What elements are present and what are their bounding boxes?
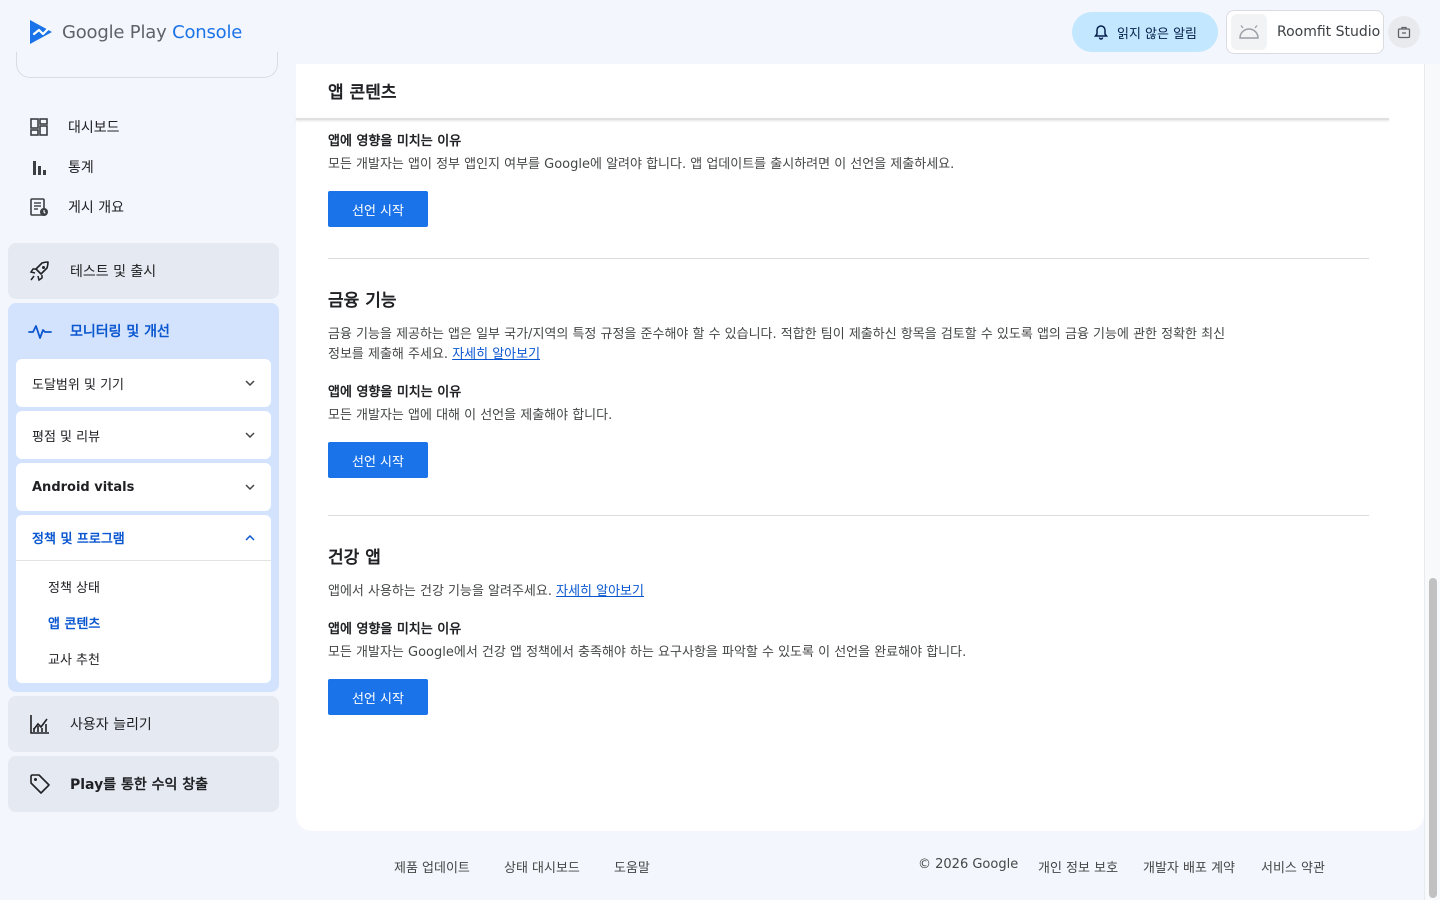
section-title: 건강 앱 bbox=[328, 548, 381, 568]
sidebar-item-publishing-overview[interactable]: 게시 개요 bbox=[28, 196, 124, 218]
footer-link-status-dashboard[interactable]: 상태 대시보드 bbox=[504, 857, 580, 876]
section-why-desc: 모든 개발자는 앱에 대해 이 선언을 제출해야 합니다. bbox=[328, 408, 613, 423]
sidebar-item-policy-programs-header[interactable]: 정책 및 프로그램 bbox=[16, 515, 271, 561]
start-declaration-button[interactable]: 선언 시작 bbox=[328, 442, 428, 478]
footer-link-terms[interactable]: 서비스 약관 bbox=[1261, 857, 1325, 876]
sidebar-section-grow-users[interactable]: 사용자 늘리기 bbox=[8, 696, 279, 752]
sidebar-item-label: 통계 bbox=[68, 160, 94, 176]
header-divider bbox=[296, 118, 1389, 120]
scrollbar-thumb[interactable] bbox=[1429, 578, 1437, 898]
start-declaration-button[interactable]: 선언 시작 bbox=[328, 191, 428, 227]
dashboard-icon bbox=[28, 116, 50, 138]
tag-icon bbox=[28, 772, 52, 796]
bar-chart-icon bbox=[28, 156, 50, 178]
app-icon bbox=[1231, 14, 1267, 50]
footer-link-privacy[interactable]: 개인 정보 보호 bbox=[1038, 857, 1118, 876]
section-desc: 금융 기능을 제공하는 앱은 일부 국가/지역의 특정 규정을 준수해야 할 수… bbox=[328, 327, 1226, 362]
section-health-apps: 건강 앱 앱에서 사용하는 건강 기능을 알려주세요. 자세히 알아보기 앱에 … bbox=[328, 543, 1368, 715]
sidebar-item-label: 게시 개요 bbox=[68, 200, 124, 216]
pulse-icon bbox=[28, 320, 52, 342]
section-government-app: 앱에 영향을 미치는 이유 모든 개발자는 앱이 정부 앱인지 여부를 Goog… bbox=[328, 130, 1368, 227]
sidebar-leaf-app-content[interactable]: 앱 콘텐츠 bbox=[16, 604, 271, 640]
publishing-overview-icon bbox=[28, 196, 50, 218]
sidebar-item-label: 정책 및 프로그램 bbox=[32, 532, 125, 547]
briefcase-icon bbox=[1397, 26, 1411, 39]
sidebar-section-label: 사용자 늘리기 bbox=[70, 717, 152, 733]
section-why-title: 앱에 영향을 미치는 이유 bbox=[328, 385, 462, 400]
sidebar: 대시보드 통계 게시 개요 테스트 및 출시 모니터링 및 개선 도달범위 및 … bbox=[0, 52, 296, 900]
page-title: 앱 콘텐츠 bbox=[328, 83, 397, 103]
section-why-desc: 모든 개발자는 앱이 정부 앱인지 여부를 Google에 알려야 합니다. 앱… bbox=[328, 157, 955, 172]
sidebar-item-android-vitals[interactable]: Android vitals bbox=[16, 463, 271, 511]
sidebar-section-monetize[interactable]: Play를 통한 수익 창출 bbox=[8, 756, 279, 812]
section-title: 금융 기능 bbox=[328, 291, 397, 311]
logo-text: Google Play Console bbox=[62, 21, 243, 43]
sidebar-section-label: 모니터링 및 개선 bbox=[70, 324, 170, 340]
growth-chart-icon bbox=[28, 712, 52, 736]
app-account-selector[interactable]: Roomfit Studio bbox=[1226, 10, 1384, 54]
chevron-down-icon bbox=[245, 378, 255, 388]
section-desc: 앱에서 사용하는 건강 기능을 알려주세요. 자세히 알아보기 bbox=[328, 584, 644, 599]
section-divider bbox=[328, 258, 1369, 259]
account-name: Roomfit Studio bbox=[1277, 24, 1381, 40]
start-declaration-button[interactable]: 선언 시작 bbox=[328, 679, 428, 715]
footer-copyright: © 2026 Google bbox=[918, 857, 1019, 872]
sidebar-item-dashboard[interactable]: 대시보드 bbox=[28, 116, 120, 138]
section-divider bbox=[328, 515, 1369, 516]
sidebar-item-label: 평점 및 리뷰 bbox=[32, 429, 101, 445]
sidebar-item-label: Android vitals bbox=[32, 479, 135, 495]
sidebar-item-statistics[interactable]: 통계 bbox=[28, 156, 94, 178]
sidebar-section-test-release[interactable]: 테스트 및 출시 bbox=[8, 243, 279, 299]
sidebar-item-label: 도달범위 및 기기 bbox=[32, 377, 124, 393]
chevron-down-icon bbox=[245, 482, 255, 492]
page-scrollbar[interactable] bbox=[1424, 64, 1440, 900]
bell-icon bbox=[1093, 25, 1108, 40]
section-why-title: 앱에 영향을 미치는 이유 bbox=[328, 622, 462, 637]
section-financial-features: 금융 기능 금융 기능을 제공하는 앱은 일부 국가/지역의 특정 규정을 준수… bbox=[328, 286, 1368, 478]
footer-link-product-updates[interactable]: 제품 업데이트 bbox=[394, 857, 470, 876]
section-why-title: 앱에 영향을 미치는 이유 bbox=[328, 134, 462, 149]
learn-more-link[interactable]: 자세히 알아보기 bbox=[556, 584, 644, 599]
sidebar-item-label: 대시보드 bbox=[68, 120, 120, 136]
sidebar-leaf-policy-status[interactable]: 정책 상태 bbox=[16, 568, 271, 604]
play-console-logo[interactable]: Google Play Console bbox=[28, 18, 242, 46]
developer-account-button[interactable] bbox=[1388, 16, 1420, 48]
sidebar-item-policy-programs: 정책 및 프로그램 정책 상태 앱 콘텐츠 교사 추천 bbox=[16, 515, 271, 683]
chevron-down-icon bbox=[245, 430, 255, 440]
sidebar-section-monitor-header[interactable]: 모니터링 및 개선 bbox=[8, 303, 279, 359]
android-icon bbox=[1239, 25, 1259, 39]
section-why-desc: 모든 개발자는 Google에서 건강 앱 정책에서 충족해야 하는 요구사항을… bbox=[328, 645, 967, 660]
main-content: 앱 콘텐츠 앱에 영향을 미치는 이유 모든 개발자는 앱이 정부 앱인지 여부… bbox=[296, 64, 1424, 831]
sidebar-leaf-teacher-approved[interactable]: 교사 추천 bbox=[16, 640, 271, 676]
sidebar-item-reach-devices[interactable]: 도달범위 및 기기 bbox=[16, 359, 271, 407]
footer-link-help[interactable]: 도움말 bbox=[614, 857, 650, 876]
play-console-logo-icon bbox=[30, 20, 52, 44]
learn-more-link[interactable]: 자세히 알아보기 bbox=[452, 347, 540, 362]
unread-alerts-button[interactable]: 읽지 않은 알림 bbox=[1072, 12, 1218, 52]
sidebar-item-ratings-reviews[interactable]: 평점 및 리뷰 bbox=[16, 411, 271, 459]
rocket-icon bbox=[28, 259, 52, 283]
footer-link-ddа[interactable]: 개발자 배포 계약 bbox=[1143, 857, 1235, 876]
sidebar-section-label: 테스트 및 출시 bbox=[70, 264, 157, 280]
unread-alerts-label: 읽지 않은 알림 bbox=[1116, 26, 1198, 42]
chevron-up-icon bbox=[245, 533, 255, 543]
sidebar-section-label: Play를 통한 수익 창출 bbox=[70, 777, 208, 793]
app-selector-stub[interactable] bbox=[16, 52, 278, 78]
sidebar-section-monitor: 모니터링 및 개선 도달범위 및 기기 평점 및 리뷰 Android vita… bbox=[8, 303, 279, 692]
